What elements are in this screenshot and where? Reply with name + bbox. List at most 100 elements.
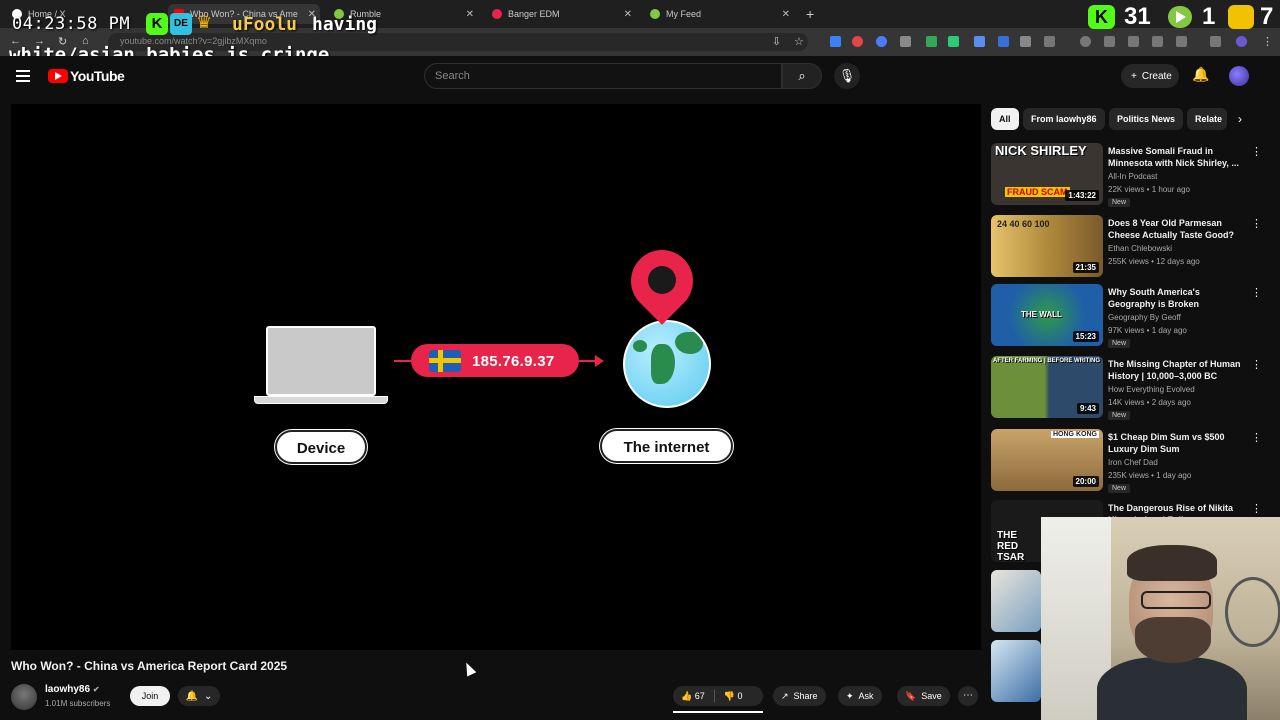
new-tab-button[interactable]: + xyxy=(806,6,814,22)
create-label: Create xyxy=(1141,70,1172,82)
video-title[interactable]: Why South America's Geography is Broken xyxy=(1108,286,1243,310)
recommendation-item[interactable]: THE WALL 15:23 Why South America's Geogr… xyxy=(991,284,1262,350)
extension-icon[interactable] xyxy=(876,36,887,47)
menu-kebab-icon[interactable]: ⋮ xyxy=(1251,217,1262,230)
dislike-count: 0 xyxy=(737,690,743,701)
channel-name[interactable]: Geography By Geoff xyxy=(1108,313,1181,322)
create-button[interactable]: + Create xyxy=(1121,64,1179,88)
video-title[interactable]: Massive Somali Fraud in Minnesota with N… xyxy=(1108,145,1243,169)
sweden-flag-icon xyxy=(429,350,461,372)
like-button[interactable]: 👍 67 xyxy=(681,691,705,702)
extension-icon[interactable] xyxy=(1210,36,1221,47)
recommendation-item[interactable] xyxy=(991,640,1041,706)
menu-kebab-icon[interactable]: ⋮ xyxy=(1251,286,1262,299)
channel-name[interactable]: laowhy86 ✔ xyxy=(45,684,100,695)
video-thumbnail[interactable]: AFTER FARMING | BEFORE WRITING 9:43 xyxy=(991,356,1103,418)
extension-icon[interactable] xyxy=(1104,36,1115,47)
youtube-logo-icon[interactable] xyxy=(48,69,68,83)
share-button[interactable]: ↗ Share xyxy=(773,686,826,706)
account-avatar[interactable] xyxy=(1229,66,1249,86)
channel-name[interactable]: Iron Chef Dad xyxy=(1108,458,1158,467)
menu-kebab-icon[interactable]: ⋮ xyxy=(1262,35,1273,48)
viewer-count: 7 xyxy=(1260,3,1274,30)
ask-button[interactable]: ✦ Ask xyxy=(838,686,882,706)
extension-icon[interactable] xyxy=(830,36,841,47)
extension-icon[interactable] xyxy=(852,36,863,47)
recommendation-item[interactable]: NICK SHIRLEY FRAUD SCAM 1:43:22 Massive … xyxy=(991,143,1262,209)
video-meta: 255K views • 12 days ago xyxy=(1108,257,1200,266)
new-badge: New xyxy=(1108,484,1131,493)
tab-banger-edm[interactable]: Banger EDM ✕ xyxy=(486,4,636,24)
divider xyxy=(713,690,715,702)
microphone-icon[interactable]: 🎙 xyxy=(834,63,860,89)
video-thumbnail[interactable]: NICK SHIRLEY FRAUD SCAM 1:43:22 xyxy=(991,143,1103,205)
video-thumbnail[interactable]: THE WALL 15:23 xyxy=(991,284,1103,346)
recommendation-item[interactable]: HONG KONG 20:00 $1 Cheap Dim Sum vs $500… xyxy=(991,429,1262,495)
tab-label: Banger EDM xyxy=(508,9,560,19)
music-icon xyxy=(492,9,502,19)
video-title[interactable]: Does 8 Year Old Parmesan Cheese Actually… xyxy=(1108,217,1243,241)
tab-label: My Feed xyxy=(666,9,702,19)
channel-name[interactable]: All-In Podcast xyxy=(1108,172,1157,181)
recommendation-item[interactable] xyxy=(991,570,1041,636)
video-meta: 235K views • 1 day ago xyxy=(1108,471,1192,480)
search-input[interactable]: Search xyxy=(424,63,782,89)
subscription-bell-button[interactable]: 🔔 ⌄ xyxy=(178,686,220,706)
extension-icon[interactable] xyxy=(900,36,911,47)
laptop-icon xyxy=(266,326,376,396)
join-button[interactable]: Join xyxy=(130,686,170,706)
extension-icon[interactable] xyxy=(974,36,985,47)
menu-kebab-icon[interactable]: ⋮ xyxy=(1251,358,1262,371)
video-title: Who Won? - China vs America Report Card … xyxy=(11,659,288,673)
extension-icon[interactable] xyxy=(1020,36,1031,47)
close-icon[interactable]: ✕ xyxy=(782,9,790,20)
close-icon[interactable]: ✕ xyxy=(624,9,632,20)
channel-name[interactable]: Ethan Chlebowski xyxy=(1108,244,1172,253)
extension-icon[interactable] xyxy=(948,36,959,47)
video-thumbnail[interactable]: HONG KONG 20:00 xyxy=(991,429,1103,491)
viewer-count: 1 xyxy=(1202,3,1216,30)
chip-all[interactable]: All xyxy=(991,108,1019,130)
code-icon[interactable] xyxy=(1128,36,1139,47)
rumble-icon xyxy=(1168,6,1192,28)
youtube-wordmark[interactable]: YouTube xyxy=(70,68,125,84)
more-actions-icon[interactable]: ⋯ xyxy=(958,686,978,706)
video-thumbnail[interactable]: 24 40 60 100 21:35 xyxy=(991,215,1103,277)
save-button[interactable]: 🔖 Save xyxy=(897,686,950,706)
video-title[interactable]: $1 Cheap Dim Sum vs $500 Luxury Dim Sum xyxy=(1108,431,1243,455)
thumbnail-text: HONG KONG xyxy=(1051,431,1099,438)
close-icon[interactable]: ✕ xyxy=(466,9,474,20)
video-title[interactable]: The Missing Chapter of Human History | 1… xyxy=(1108,358,1243,382)
channel-name[interactable]: How Everything Evolved xyxy=(1108,385,1195,394)
search-icon[interactable]: ⌕ xyxy=(782,63,822,89)
profile-icon[interactable] xyxy=(1236,36,1247,47)
notifications-bell-icon[interactable]: 🔔 xyxy=(1192,66,1209,83)
extension-icon[interactable] xyxy=(926,36,937,47)
video-player[interactable] xyxy=(11,104,981,650)
recommendation-item[interactable]: 24 40 60 100 21:35 Does 8 Year Old Parme… xyxy=(991,215,1262,281)
chip-related[interactable]: Relate xyxy=(1187,108,1227,130)
thumbnail-text: THE WALL xyxy=(1021,310,1062,319)
chip-politics-news[interactable]: Politics News xyxy=(1109,108,1184,130)
chevron-right-icon[interactable]: › xyxy=(1238,112,1242,126)
menu-kebab-icon[interactable]: ⋮ xyxy=(1251,431,1262,444)
menu-kebab-icon[interactable]: ⋮ xyxy=(1251,502,1262,515)
install-icon[interactable]: ⇩ xyxy=(772,35,781,48)
menu-icon[interactable] xyxy=(16,70,30,82)
history-icon[interactable] xyxy=(1080,36,1091,47)
video-thumbnail[interactable] xyxy=(991,640,1041,702)
star-icon[interactable]: ☆ xyxy=(794,35,804,48)
video-duration: 1:43:22 xyxy=(1065,190,1099,201)
recommendation-item[interactable]: AFTER FARMING | BEFORE WRITING 9:43 The … xyxy=(991,356,1262,422)
puzzle-icon[interactable] xyxy=(1044,36,1055,47)
video-thumbnail[interactable] xyxy=(991,570,1041,632)
extension-icon[interactable] xyxy=(1152,36,1163,47)
extension-icon[interactable] xyxy=(1176,36,1187,47)
chip-from-channel[interactable]: From laowhy86 xyxy=(1023,108,1105,130)
extension-icon[interactable] xyxy=(998,36,1009,47)
channel-avatar[interactable] xyxy=(11,684,37,710)
tab-my-feed[interactable]: My Feed ✕ xyxy=(644,4,794,24)
verified-icon: ✔ xyxy=(92,685,100,694)
dislike-button[interactable]: 👎 0 xyxy=(724,691,743,702)
menu-kebab-icon[interactable]: ⋮ xyxy=(1251,145,1262,158)
